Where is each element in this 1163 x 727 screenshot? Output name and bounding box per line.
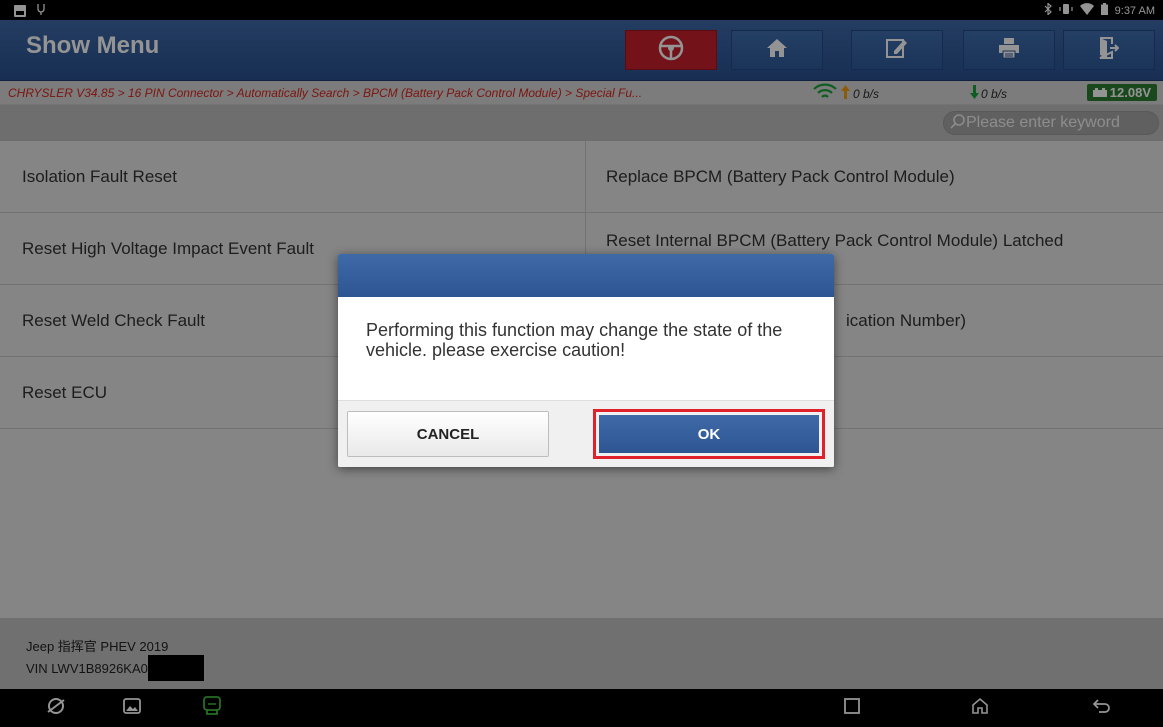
dialog-header [338, 254, 834, 297]
ok-button[interactable]: OK [599, 415, 819, 453]
cancel-button[interactable]: CANCEL [347, 411, 549, 457]
dialog-message: Performing this function may change the … [338, 297, 834, 400]
dialog-footer: CANCEL OK [338, 400, 834, 467]
ok-button-highlight: OK [593, 409, 825, 459]
caution-dialog: Performing this function may change the … [338, 254, 834, 467]
